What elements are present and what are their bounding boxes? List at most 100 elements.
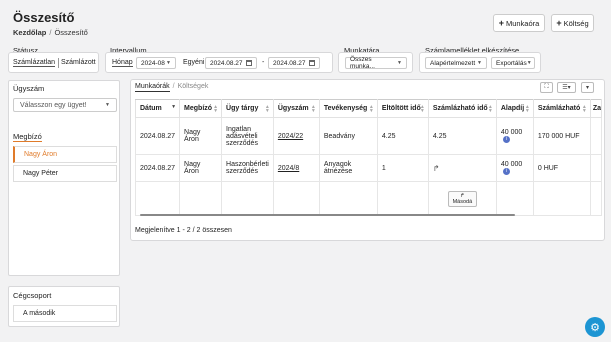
chevron-down-icon: ▼: [105, 102, 110, 108]
expand-icon: ⛶: [544, 84, 549, 90]
cell-base-fee: 40 000i: [495, 154, 534, 182]
client-item-nagy-peter[interactable]: Nagy Péter: [13, 165, 117, 182]
add-cost-button[interactable]: + Költség: [551, 14, 594, 32]
breadcrumb-home[interactable]: Kezdőlap: [13, 28, 46, 37]
case-label: Ügyszám: [13, 84, 45, 93]
fullscreen-button[interactable]: ⛶: [540, 82, 553, 93]
horizontal-scrollbar[interactable]: [140, 214, 515, 216]
add-cost-label: Költség: [563, 18, 589, 28]
plus-icon: +: [498, 17, 504, 28]
column-header-billable-time[interactable]: Számlázható idő ▲ ▼: [427, 99, 497, 118]
breadcrumb: Kezdőlap / Összesítő: [13, 28, 88, 37]
columns-button[interactable]: ☰▾: [557, 82, 576, 93]
column-header-spent[interactable]: Eltöltött idő ▲ ▼: [376, 99, 429, 118]
export-button[interactable]: Exportálás ▼: [491, 57, 535, 69]
column-billable-label: Számlázható: [537, 105, 581, 112]
cell-billable-time: ↱: [427, 154, 497, 182]
cell-billable: 0 HUF: [532, 154, 591, 182]
info-icon[interactable]: i: [502, 167, 510, 175]
column-client-label: Megbízó: [184, 105, 213, 112]
status-billed-option[interactable]: Számlázott: [61, 59, 96, 66]
date-from-input[interactable]: 2024.08.27: [205, 57, 257, 69]
plus-icon: +: [556, 17, 562, 28]
copy-button-label: Másodá: [452, 198, 473, 205]
table-row[interactable]: 2024.08.27 Nagy Áron Ingatlan adásvételi…: [134, 117, 603, 155]
worklist-value: Összes munka...: [350, 56, 375, 70]
date-to-input[interactable]: 2024.08.27: [268, 57, 320, 69]
month-select[interactable]: 2024-08 ▼: [136, 57, 176, 69]
cell-subject: Haszonbérleti szerződés: [221, 154, 274, 182]
column-header-base-fee[interactable]: Alapdíj ▲ ▼: [495, 99, 534, 118]
status-filter: Számlázatlan Számlázott: [8, 52, 99, 73]
cell-case: 2024/22: [272, 117, 320, 155]
cell-date: 2024.08.27: [134, 117, 181, 155]
sort-icon: ▲ ▼: [581, 104, 587, 114]
more-options-button[interactable]: ▾: [581, 82, 594, 93]
case-select[interactable]: Válasszon egy ügyet! ▼: [13, 98, 117, 112]
info-icon[interactable]: i: [502, 135, 510, 143]
column-header-subject[interactable]: Ügy tárgy ▲ ▼: [221, 99, 274, 118]
table-row[interactable]: 2024.08.27 Nagy Áron Haszonbérleti szerz…: [134, 154, 603, 182]
cell-case: 2024/8: [272, 154, 320, 182]
cell-truncated: [589, 117, 603, 155]
worklist-select[interactable]: Összes munka... ▼: [345, 56, 407, 70]
column-billable-time-label: Számlázható idő: [432, 105, 488, 112]
export-label: Exportálás: [496, 59, 527, 67]
calendar-icon[interactable]: [246, 60, 252, 66]
sort-icon: ▲ ▼: [524, 104, 530, 114]
column-subject-label: Ügy tárgy: [226, 105, 259, 112]
template-select[interactable]: Alapértelmezett ▼: [425, 57, 487, 69]
cell-truncated: [589, 154, 603, 182]
worklist-filter: Összes munka... ▼: [338, 52, 413, 73]
copy-button[interactable]: ↱ Másodá: [447, 190, 478, 207]
sort-icon: ▲ ▼: [310, 104, 316, 114]
sort-icon: ▲ ▼: [264, 104, 270, 114]
status-unbilled-option[interactable]: Számlázatlan: [13, 59, 56, 67]
sort-icon: ▲ ▼: [213, 104, 219, 114]
cell-spent: 4.25: [376, 117, 429, 155]
date-from-value: 2024.08.27: [210, 59, 243, 67]
sort-icon: ▼: [171, 104, 177, 110]
interval-month-option[interactable]: Hónap: [112, 59, 133, 67]
chevron-down-icon: ▾: [585, 85, 589, 91]
cell-activity: Beadvány: [318, 117, 378, 155]
cell-client: Nagy Áron: [179, 117, 223, 155]
tab-work-hours[interactable]: Munkaórák: [135, 83, 170, 92]
column-header-billable[interactable]: Számlázható ▲ ▼: [532, 99, 591, 118]
settings-fab[interactable]: ⚙: [585, 317, 605, 337]
cell-base-fee: 40 000i: [495, 117, 534, 155]
case-placeholder: Válasszon egy ügyet!: [20, 101, 87, 109]
group-label: Cégcsoport: [13, 291, 52, 300]
status-divider: [58, 58, 59, 68]
table-footer-summary: Megjelenítve 1 - 2 / 2 összesen: [135, 227, 232, 234]
column-header-truncated[interactable]: Za: [589, 99, 603, 118]
interval-custom-option[interactable]: Egyéni: [183, 59, 204, 66]
share-arrow-icon[interactable]: ↱: [433, 164, 440, 173]
sort-icon: ▲ ▼: [368, 104, 374, 114]
base-fee-value: 40 000: [500, 128, 523, 136]
case-link[interactable]: 2024/8: [278, 165, 299, 172]
cell-copy: ↱ Másodá: [427, 181, 497, 216]
add-work-hours-button[interactable]: + Munkaóra: [493, 14, 545, 32]
column-date-label: Dátum: [140, 105, 162, 112]
case-link[interactable]: 2024/22: [278, 133, 303, 140]
chevron-down-icon: ▼: [397, 60, 402, 66]
column-header-case[interactable]: Ügyszám ▲ ▼: [272, 99, 320, 118]
column-header-client[interactable]: Megbízó ▲ ▼: [179, 99, 223, 118]
column-activity-label: Tevékenység: [323, 105, 368, 112]
column-header-date[interactable]: Dátum ▼: [134, 99, 181, 118]
client-label: Megbízó: [13, 132, 42, 142]
calendar-icon[interactable]: [309, 60, 315, 66]
tab-costs[interactable]: Költségek: [178, 83, 209, 90]
sort-icon: ▲ ▼: [419, 104, 425, 114]
interval-filter: Hónap 2024-08 ▼ Egyéni 2024.08.27 - 2024.…: [105, 52, 333, 73]
base-fee-value: 40 000: [500, 160, 523, 168]
column-header-activity[interactable]: Tevékenység ▲ ▼: [318, 99, 378, 118]
sort-icon: ▲ ▼: [487, 104, 493, 114]
chevron-down-icon: ▼: [526, 60, 532, 66]
table-row-actions: ↱ Másodá: [134, 181, 603, 216]
client-item-nagy-aron[interactable]: Nagy Áron: [13, 146, 117, 163]
group-item[interactable]: A második: [13, 305, 117, 322]
cell-spent: 1: [376, 154, 429, 182]
results-tabs: Munkaórák / Költségek: [135, 83, 209, 92]
